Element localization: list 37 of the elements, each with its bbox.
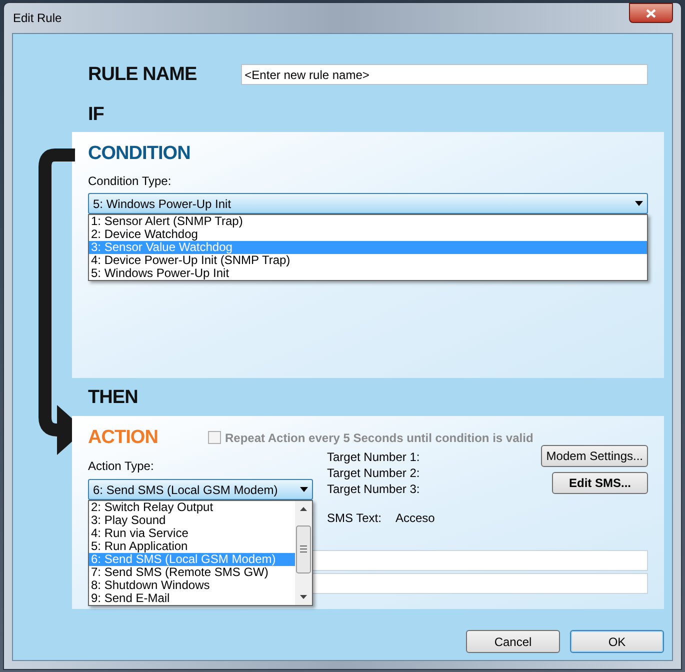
sms-text-label: SMS Text:	[327, 512, 382, 524]
close-button[interactable]	[629, 3, 673, 23]
sms-text-value: Acceso	[395, 512, 435, 524]
dropdown-option[interactable]: 3: Play Sound	[89, 514, 295, 527]
scrollbar[interactable]	[295, 501, 312, 605]
dropdown-option[interactable]: 4: Run via Service	[89, 527, 295, 540]
caret-icon	[300, 487, 308, 492]
action-type-label: Action Type:	[88, 458, 155, 475]
edit-sms-button[interactable]: Edit SMS...	[552, 472, 648, 494]
modem-settings-button[interactable]: Modem Settings...	[541, 445, 648, 467]
close-icon	[646, 8, 656, 18]
repeat-label: Repeat Action every 5 Seconds until condition is valid	[224, 430, 534, 446]
action-title: ACTION	[88, 428, 158, 447]
caret-icon	[635, 201, 643, 206]
then-label: THEN	[88, 388, 139, 407]
dropdown[interactable]: 5: Windows Power-Up Init	[88, 193, 648, 214]
window-title: Edit Rule	[12, 10, 62, 27]
dropdown-option[interactable]: 9: Send E-Mail	[89, 592, 295, 605]
ok-button[interactable]: OK	[570, 630, 664, 653]
cancel-button[interactable]: Cancel	[466, 630, 560, 653]
dropdown-option[interactable]: 4: Device Power-Up Init (SNMP Trap)	[89, 254, 647, 267]
condition-title: CONDITION	[88, 144, 192, 163]
dropdown-option[interactable]: 5: Windows Power-Up Init	[89, 267, 647, 280]
target-number-label: Target Number 2:	[327, 467, 421, 479]
dropdown-option[interactable]: 8: Shutdown Windows	[89, 579, 295, 592]
rule-name-label: RULE NAME	[88, 65, 197, 84]
rule-name-field[interactable]: <Enter new rule name>	[240, 64, 648, 85]
condition-type-label: Condition Type:	[88, 173, 172, 190]
dropdown-option[interactable]: 1: Sensor Alert (SNMP Trap)	[89, 215, 647, 228]
dropdown-option[interactable]: 2: Switch Relay Output	[89, 501, 295, 514]
dropdown-option[interactable]: 7: Send SMS (Remote SMS GW)	[89, 566, 295, 579]
if-label: IF	[88, 105, 105, 124]
target-number-label: Target Number 3:	[327, 483, 421, 495]
dropdown-option[interactable]: 5: Run Application	[89, 540, 295, 553]
dropdown-option[interactable]: 2: Device Watchdog	[89, 228, 647, 241]
dropdown[interactable]: 6: Send SMS (Local GSM Modem)	[88, 479, 313, 500]
target-number-label: Target Number 1:	[327, 451, 421, 463]
